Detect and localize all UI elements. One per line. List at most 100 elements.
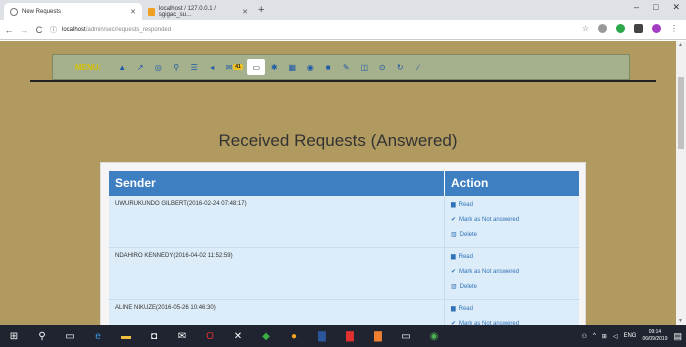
menu-divider [30, 80, 656, 82]
alert-icon[interactable]: ▲ [113, 59, 131, 75]
check-icon: ✔ [451, 269, 457, 275]
mark-label: Mark as Not answered [459, 216, 520, 223]
browser-toolbar: ← → C ⓘ localhost/admin/sec/requests_res… [0, 20, 686, 40]
language-indicator[interactable]: ENG [623, 333, 636, 339]
url-host: localhost [62, 27, 86, 33]
search-icon[interactable]: ⚲ [167, 59, 185, 75]
people-icon[interactable]: ⚇ [582, 333, 587, 340]
scroll-down-icon[interactable]: ▼ [678, 318, 683, 324]
extension-icon[interactable] [598, 24, 607, 33]
app-icon[interactable]: ◆ [252, 325, 280, 347]
app-icon[interactable]: ✕ [224, 325, 252, 347]
delete-link[interactable]: ▥ Delete [451, 283, 573, 291]
back-icon[interactable]: ← [3, 25, 15, 35]
page-favicon-icon [10, 7, 18, 16]
inbox-icon[interactable]: ✉ 41 [221, 59, 247, 75]
minimize-icon[interactable]: – [634, 2, 639, 13]
file-explorer-icon[interactable]: ▬ [112, 325, 140, 347]
clock-date: 06/09/2019 [642, 336, 668, 342]
notification-badge: 41 [233, 64, 243, 70]
tab-label: New Requests [22, 8, 62, 15]
wrench-icon[interactable]: ↗ [131, 59, 149, 75]
gear-icon[interactable]: ✱ [265, 59, 283, 75]
read-link[interactable]: ▆ Read [451, 201, 573, 209]
close-tab-icon[interactable]: ✕ [242, 8, 248, 16]
profile-avatar[interactable] [652, 24, 661, 33]
cog-icon[interactable]: ⊙ [373, 59, 391, 75]
send-icon[interactable]: ◂ [203, 59, 221, 75]
mark-not-answered-link[interactable]: ✔ Mark as Not answered [451, 268, 573, 276]
column-header-action: Action [451, 176, 489, 190]
comment-icon[interactable]: ◫ [355, 59, 373, 75]
new-tab-icon[interactable]: + [258, 4, 264, 16]
opera-icon[interactable]: O [196, 325, 224, 347]
search-icon[interactable]: ⚲ [28, 325, 56, 347]
extension-icon[interactable] [634, 24, 643, 33]
outbox-icon[interactable]: ▭ [247, 59, 266, 75]
close-tab-icon[interactable]: ✕ [130, 8, 136, 16]
terminal-icon[interactable]: ▭ [392, 325, 420, 347]
address-bar[interactable]: ⓘ localhost/admin/sec/requests_responded [50, 24, 570, 36]
close-window-icon[interactable]: ✕ [672, 2, 680, 13]
url-path: /admin/sec/requests_responded [85, 27, 172, 33]
read-link[interactable]: ▆ Read [451, 305, 573, 313]
chevron-up-icon[interactable]: ^ [593, 333, 596, 339]
maximize-icon[interactable]: □ [653, 2, 658, 13]
trash-icon: ▥ [451, 232, 457, 238]
flag-icon[interactable]: ■ [319, 59, 337, 75]
task-view-icon[interactable]: ▭ [56, 325, 84, 347]
extension-icon[interactable] [616, 24, 625, 33]
mark-label: Mark as Not answered [459, 268, 520, 275]
scroll-thumb[interactable] [678, 77, 684, 149]
browser-menu-icon[interactable]: ⋮ [670, 24, 678, 33]
read-link[interactable]: ▆ Read [451, 253, 573, 261]
bookmark-star-icon[interactable]: ☆ [582, 24, 589, 33]
delete-label: Delete [459, 283, 478, 290]
system-tray: ⚇ ^ ⊞ ◁ ENG 09:14 06/09/2019 ▤ [582, 325, 682, 347]
delete-label: Delete [459, 231, 478, 238]
volume-icon[interactable]: ◁ [613, 333, 618, 340]
read-label: Read [458, 253, 473, 260]
table-row: ALINE NIKUZE(2016-05-26 10:46:30) ▆ Read … [109, 300, 579, 325]
mark-not-answered-link[interactable]: ✔ Mark as Not answered [451, 216, 573, 224]
scroll-up-icon[interactable]: ▲ [678, 42, 683, 48]
action-cell: ▆ Read ✔ Mark as Not answered ▥ Delete [445, 248, 579, 299]
phpmyadmin-favicon-icon [148, 7, 155, 16]
eye-icon[interactable]: ◉ [301, 59, 319, 75]
notifications-icon[interactable]: ▤ [673, 331, 682, 342]
store-icon[interactable]: ◘ [140, 325, 168, 347]
requests-table: Sender Action UWURUKUNDO GILBERT(2016-02… [109, 171, 579, 325]
mail-icon[interactable]: ✉ [168, 325, 196, 347]
delete-link[interactable]: ▥ Delete [451, 231, 573, 239]
grid-icon[interactable]: ▦ [283, 59, 301, 75]
start-icon[interactable]: ⊞ [0, 325, 28, 347]
page-scrollbar[interactable]: ▲ ▼ [676, 41, 686, 325]
tab-new-requests[interactable]: New Requests ✕ [4, 3, 142, 20]
reload-icon[interactable]: C [33, 25, 45, 35]
window-controls: – □ ✕ [634, 2, 680, 13]
refresh-icon[interactable]: ↻ [391, 59, 409, 75]
tab-phpmyadmin[interactable]: localhost / 127.0.0.1 / sgigac_su… ✕ [142, 3, 254, 20]
app-icon[interactable]: ● [280, 325, 308, 347]
pdf-icon[interactable]: ▇ [336, 325, 364, 347]
edge-icon[interactable]: e [84, 325, 112, 347]
site-info-icon[interactable]: ⓘ [50, 25, 57, 35]
windows-taskbar: ⊞ ⚲ ▭ e ▬ ◘ ✉ O ✕ ◆ ● ▇ ▇ ▇ ▭ ◉ ⚇ ^ ⊞ ◁ … [0, 325, 686, 347]
book-icon: ▆ [451, 254, 456, 260]
edit-icon[interactable]: ✎ [337, 59, 355, 75]
network-icon[interactable]: ⊞ [602, 333, 607, 340]
browser-tab-strip: New Requests ✕ localhost / 127.0.0.1 / s… [0, 0, 686, 20]
check-icon: ✔ [451, 217, 457, 223]
forward-icon[interactable]: → [18, 25, 30, 35]
list-icon[interactable]: ☰ [185, 59, 203, 75]
clock[interactable]: 09:14 06/09/2019 [642, 329, 667, 343]
chrome-icon[interactable]: ◉ [420, 325, 448, 347]
sender-cell: UWURUKUNDO GILBERT(2016-02-24 07:48:17) [109, 196, 445, 247]
page-content: MENU: ▲ ↗ ◎ ⚲ ☰ ◂ ✉ 41 ▭ ✱ ▦ ◉ ■ ✎ ◫ ⊙ ↻ … [0, 41, 676, 325]
trash-icon: ▥ [451, 284, 457, 290]
target-icon[interactable]: ◎ [149, 59, 167, 75]
app-icon[interactable]: ▇ [364, 325, 392, 347]
pencil-icon[interactable]: ∕ [409, 59, 427, 75]
word-icon[interactable]: ▇ [308, 325, 336, 347]
table-row: NDAHIRO KENNEDY(2016-04-02 11:52:59) ▆ Re… [109, 248, 579, 300]
